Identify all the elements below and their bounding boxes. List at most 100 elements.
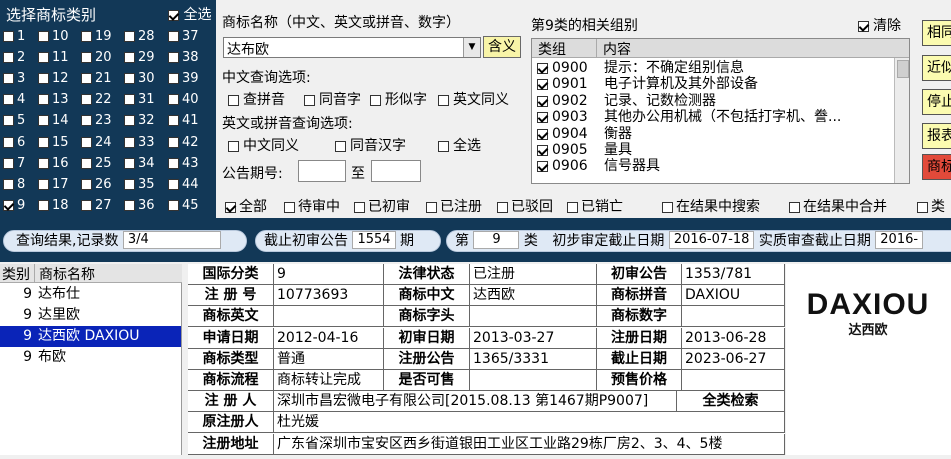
category-checkbox[interactable]	[38, 115, 49, 127]
category-26[interactable]: 26	[81, 177, 125, 197]
category-checkbox[interactable]	[124, 136, 135, 148]
status-checkbox[interactable]	[426, 201, 437, 213]
category-checkbox[interactable]	[124, 115, 135, 127]
status-filter-5[interactable]: 已驳回	[497, 196, 553, 216]
category-checkbox[interactable]	[38, 199, 49, 211]
result-row[interactable]: 9 达西欧 DAXIOU	[0, 326, 181, 347]
checkbox[interactable]	[438, 140, 449, 152]
category-23[interactable]: 23	[81, 113, 125, 133]
chevron-down-icon[interactable]: ▼	[463, 38, 480, 57]
status-checkbox[interactable]	[567, 201, 578, 213]
en-option-homophone-hanzi[interactable]: 同音汉字	[335, 135, 406, 155]
status-checkbox[interactable]	[225, 201, 236, 213]
group-list-scrollbar[interactable]	[894, 58, 909, 183]
group-row[interactable]: 0906 信号器具	[532, 158, 892, 175]
category-checkbox[interactable]	[81, 52, 92, 64]
checkbox[interactable]	[335, 140, 346, 152]
category-22[interactable]: 22	[81, 92, 125, 112]
category-checkbox[interactable]	[168, 199, 179, 211]
category-36[interactable]: 36	[124, 198, 168, 218]
status-checkbox[interactable]	[284, 201, 295, 213]
category-checkbox[interactable]	[38, 52, 49, 64]
status-filter-1[interactable]: 全部	[225, 196, 267, 216]
meaning-button[interactable]: 含义	[483, 36, 521, 58]
cn-option-homophone[interactable]: 同音字	[304, 89, 361, 109]
category-checkbox[interactable]	[81, 178, 92, 190]
trademark-name-input[interactable]: 达布欧	[223, 37, 481, 58]
select-all-checkbox[interactable]	[168, 9, 179, 21]
category-16[interactable]: 16	[38, 156, 82, 176]
category-checkbox[interactable]	[81, 94, 92, 106]
category-19[interactable]: 19	[81, 29, 125, 49]
category-43[interactable]: 43	[168, 156, 212, 176]
checkbox[interactable]	[438, 94, 449, 106]
en-option-select-all[interactable]: 全选	[438, 135, 481, 155]
status-filter-2[interactable]: 待审中	[284, 196, 340, 216]
cn-option-pinyin[interactable]: 查拼音	[228, 89, 285, 109]
category-27[interactable]: 27	[81, 198, 125, 218]
group-checkbox[interactable]	[537, 128, 548, 140]
group-row[interactable]: 0905 量具	[532, 142, 892, 159]
status-checkbox[interactable]	[662, 201, 673, 213]
category-checkbox[interactable]	[3, 157, 14, 169]
category-checkbox[interactable]	[38, 73, 49, 85]
status-filter-8[interactable]: 在结果中合并	[789, 196, 887, 216]
clear-checkbox[interactable]	[858, 20, 869, 32]
category-checkbox[interactable]	[168, 136, 179, 148]
category-checkbox[interactable]	[168, 115, 179, 127]
cn-option-en-synonym[interactable]: 英文同义	[438, 89, 509, 109]
status-checkbox[interactable]	[789, 201, 800, 213]
result-row[interactable]: 9 达里欧	[0, 305, 181, 326]
category-checkbox[interactable]	[124, 52, 135, 64]
category-15[interactable]: 15	[38, 135, 82, 155]
en-option-cn-synonym[interactable]: 中文同义	[228, 135, 299, 155]
group-row[interactable]: 0903 其他办公用机械（不包括打字机、誊...	[532, 109, 892, 126]
result-row[interactable]: 9 达布仕	[0, 284, 181, 305]
category-checkbox[interactable]	[3, 199, 14, 211]
right-button-3[interactable]: 停止	[922, 89, 951, 115]
category-checkbox[interactable]	[124, 73, 135, 85]
checkbox[interactable]	[304, 94, 315, 106]
category-31[interactable]: 31	[124, 92, 168, 112]
category-25[interactable]: 25	[81, 156, 125, 176]
group-row[interactable]: 0901 电子计算机及其外部设备	[532, 76, 892, 93]
group-checkbox[interactable]	[537, 145, 548, 156]
select-all-categories[interactable]: 全选	[168, 4, 211, 24]
category-checkbox[interactable]	[3, 94, 14, 106]
category-checkbox[interactable]	[168, 73, 179, 85]
category-checkbox[interactable]	[168, 31, 179, 42]
checkbox[interactable]	[370, 94, 381, 106]
checkbox[interactable]	[228, 94, 239, 106]
category-45[interactable]: 45	[168, 198, 212, 218]
category-checkbox[interactable]	[3, 136, 14, 148]
group-checkbox[interactable]	[537, 161, 548, 173]
category-checkbox[interactable]	[81, 157, 92, 169]
status-filter-6[interactable]: 已销亡	[567, 196, 623, 216]
category-20[interactable]: 20	[81, 50, 125, 70]
checkbox[interactable]	[228, 140, 239, 152]
category-41[interactable]: 41	[168, 113, 212, 133]
category-checkbox[interactable]	[38, 178, 49, 190]
category-checkbox[interactable]	[81, 115, 92, 127]
category-checkbox[interactable]	[81, 31, 92, 42]
status-checkbox[interactable]	[354, 201, 365, 213]
category-checkbox[interactable]	[81, 73, 92, 85]
right-button-4[interactable]: 报表	[922, 123, 951, 149]
cn-option-similar-shape[interactable]: 形似字	[370, 89, 427, 109]
category-checkbox[interactable]	[124, 178, 135, 190]
category-18[interactable]: 18	[38, 198, 82, 218]
category-37[interactable]: 37	[168, 29, 212, 49]
group-row[interactable]: 0900 提示：不确定组别信息	[532, 60, 892, 77]
category-checkbox[interactable]	[168, 52, 179, 64]
category-checkbox[interactable]	[124, 94, 135, 106]
full-class-search-button[interactable]: 全类检索	[677, 391, 785, 413]
category-checkbox[interactable]	[38, 31, 49, 42]
status-filter-3[interactable]: 已初审	[354, 196, 410, 216]
category-checkbox[interactable]	[38, 157, 49, 169]
category-checkbox[interactable]	[124, 157, 135, 169]
category-32[interactable]: 32	[124, 113, 168, 133]
group-checkbox[interactable]	[537, 63, 548, 74]
category-checkbox[interactable]	[3, 73, 14, 85]
group-checkbox[interactable]	[537, 79, 548, 91]
category-28[interactable]: 28	[124, 29, 168, 49]
